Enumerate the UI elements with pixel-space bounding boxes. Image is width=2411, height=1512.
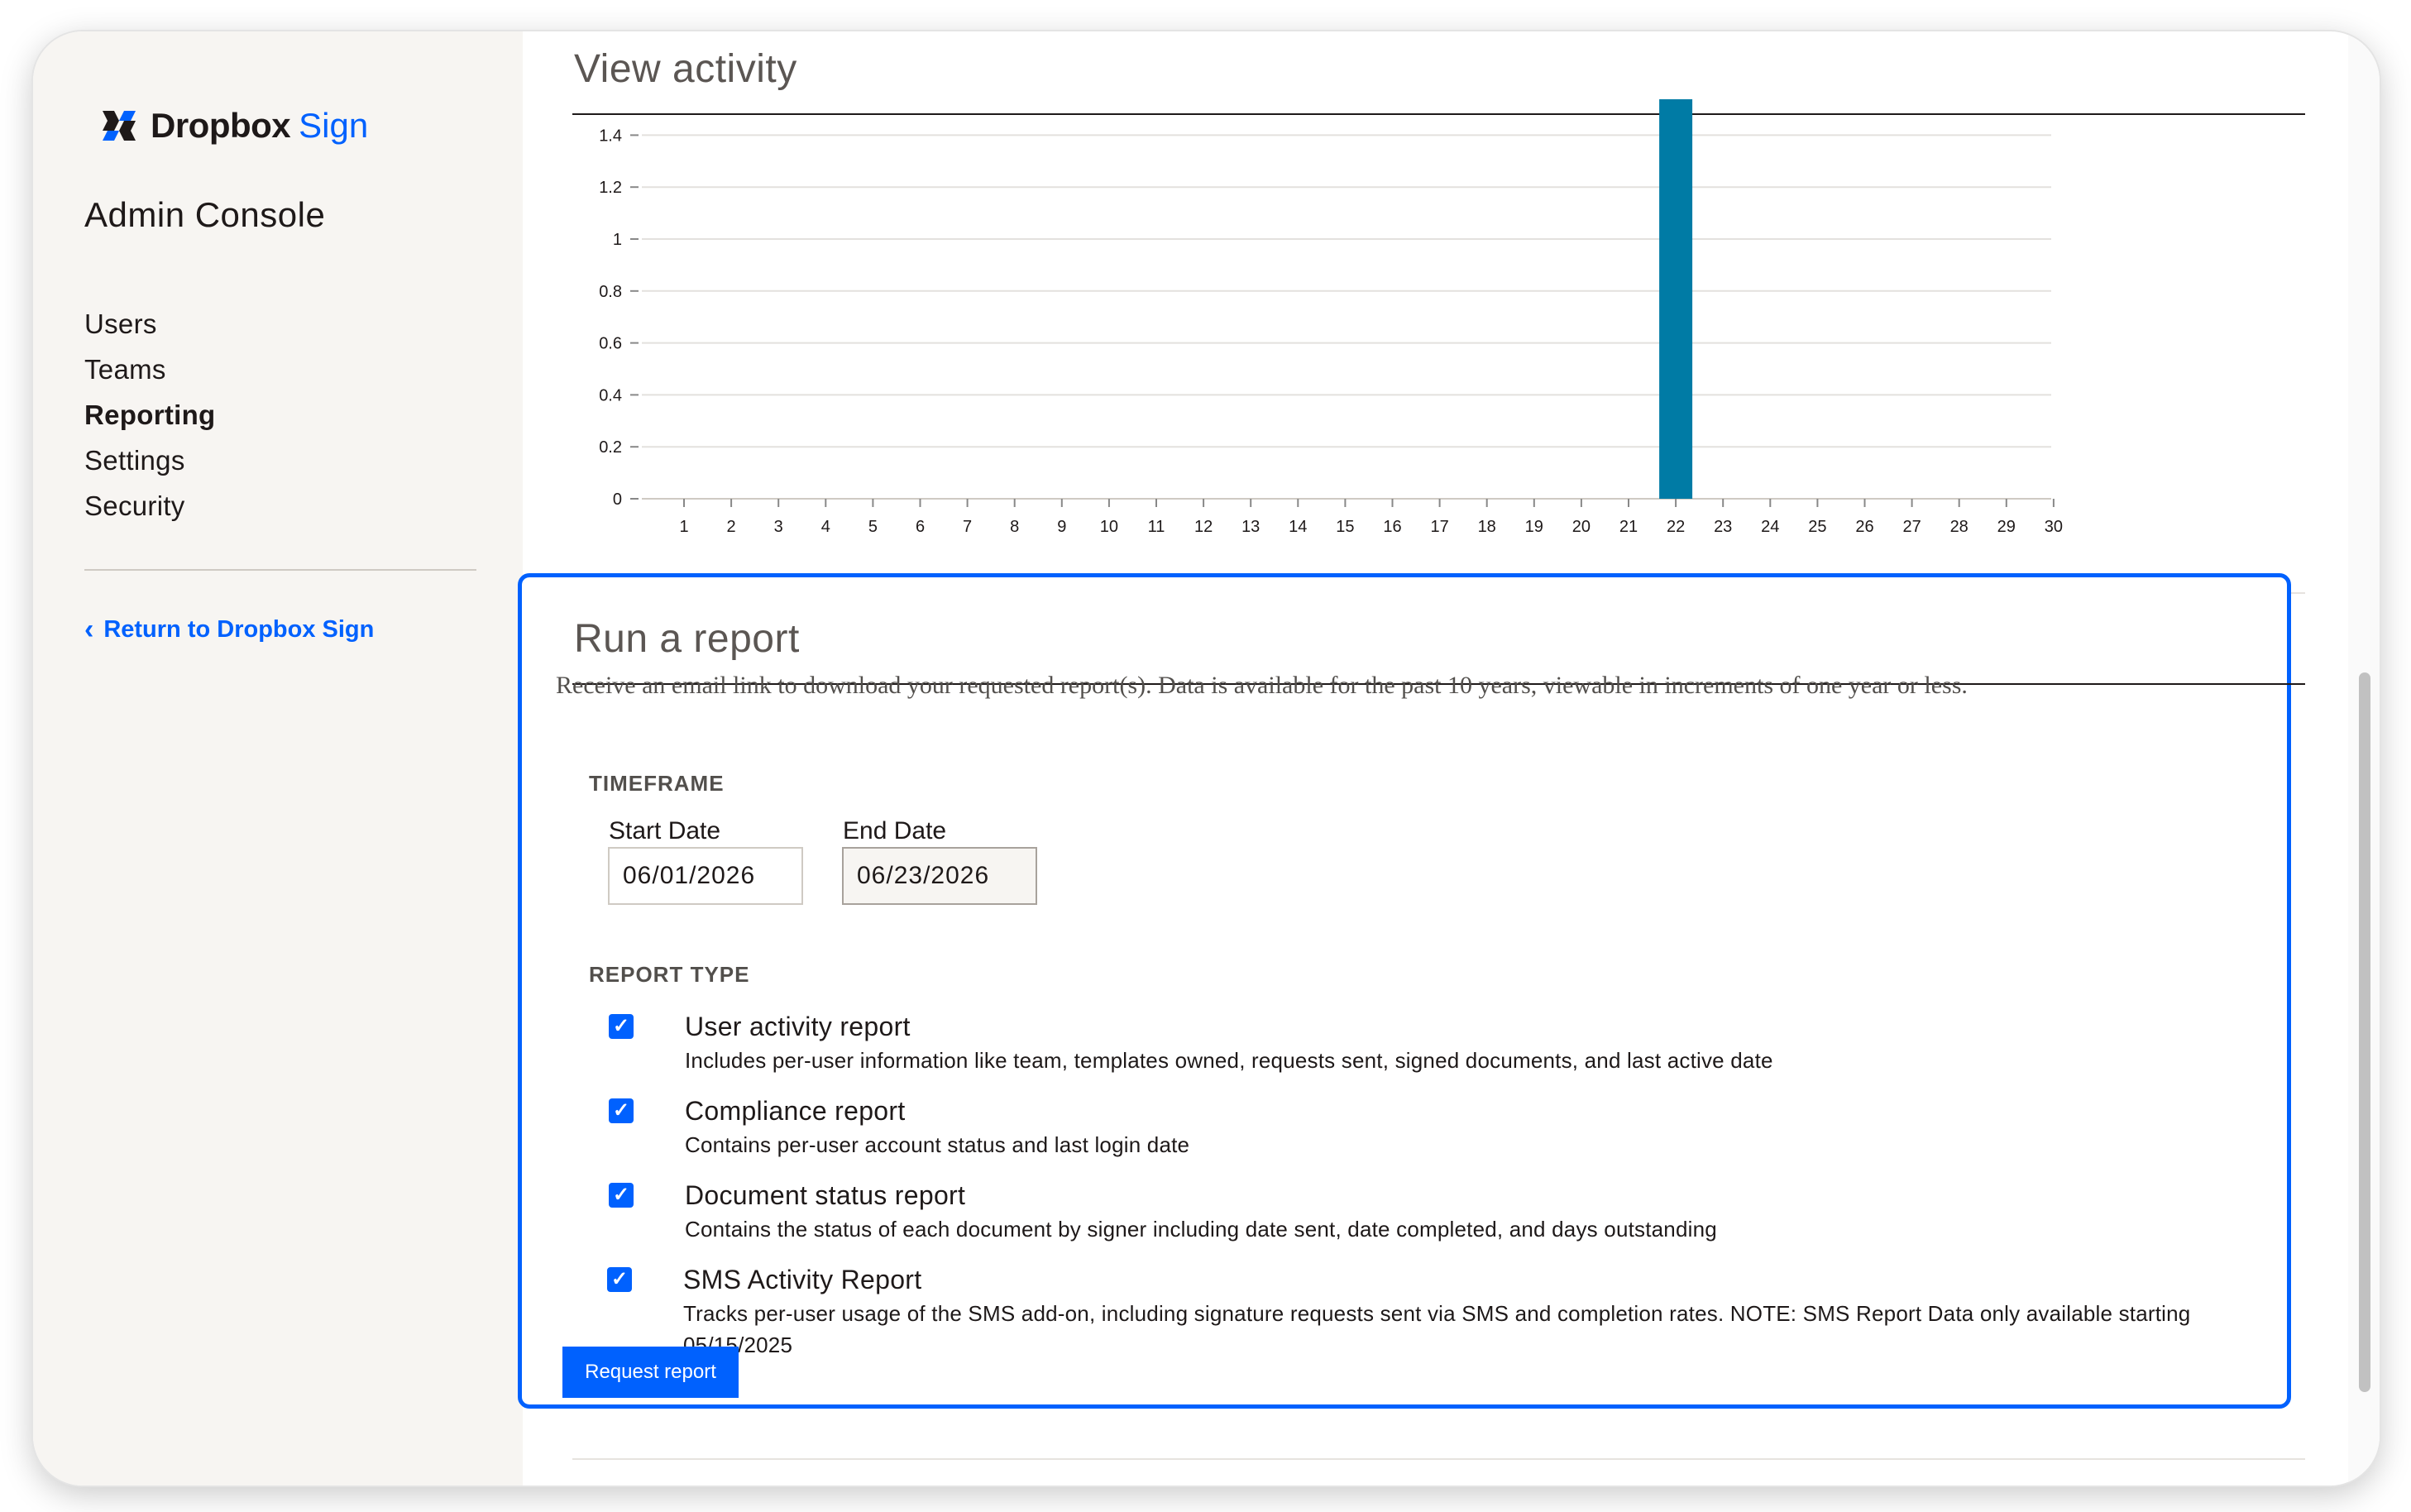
dropbox-sign-logo[interactable]: Dropbox Sign xyxy=(103,106,368,146)
x-tick-label: 23 xyxy=(1714,518,1732,536)
checkmark-icon: ✓ xyxy=(610,1268,629,1290)
logo-wordmark: Dropbox xyxy=(151,106,291,145)
user-activity-checkbox[interactable]: ✓ xyxy=(609,1014,634,1039)
end-date-input[interactable] xyxy=(842,847,1037,905)
x-tick-label: 18 xyxy=(1478,518,1496,536)
x-tick-label: 21 xyxy=(1619,518,1638,536)
x-tick-label: 11 xyxy=(1148,518,1165,536)
end-date-label: End Date xyxy=(843,817,947,845)
document-status-checkbox[interactable]: ✓ xyxy=(609,1183,634,1208)
start-date-input[interactable] xyxy=(608,847,803,905)
y-tick-label: 1.2 xyxy=(599,179,622,197)
x-tick-label: 26 xyxy=(1855,518,1873,536)
compliance-desc: Contains per-user account status and las… xyxy=(685,1132,1190,1157)
x-tick-label: 9 xyxy=(1057,518,1066,536)
sms-activity-desc: Tracks per-user usage of the SMS add-on,… xyxy=(683,1301,2191,1357)
activity-chart: 00.20.40.60.811.21.41 2 3 4 5 6 7 8 9 10 11 12 13 14 1… xyxy=(599,99,2063,536)
x-tick-label: 10 xyxy=(1100,518,1118,536)
report-type-label: REPORT TYPE xyxy=(589,962,750,987)
x-tick-label: 13 xyxy=(1241,518,1260,536)
x-tick-label: 2 xyxy=(727,518,736,536)
sms-activity-title: SMS Activity Report xyxy=(683,1265,922,1294)
activity-section-title: View activity xyxy=(574,47,797,91)
sms-activity-checkbox[interactable]: ✓ xyxy=(607,1267,632,1292)
scrollbar-thumb[interactable] xyxy=(2359,672,2370,1392)
x-tick-label: 30 xyxy=(2045,518,2063,536)
dropbox-logo-icon xyxy=(103,111,136,141)
report-section-title: Run a report xyxy=(574,617,800,661)
console-title: Admin Console xyxy=(84,195,326,234)
x-tick-label: 27 xyxy=(1902,518,1921,536)
document-status-title: Document status report xyxy=(685,1180,966,1210)
request-report-button[interactable]: Request report xyxy=(562,1347,739,1398)
x-tick-label: 20 xyxy=(1572,518,1591,536)
scrollbar[interactable] xyxy=(2348,31,2380,1486)
y-tick-label: 1.4 xyxy=(599,127,622,145)
y-tick-label: 0.4 xyxy=(599,386,622,404)
x-tick-label: 8 xyxy=(1010,518,1019,536)
y-tick-label: 0 xyxy=(613,490,622,509)
timeframe-label: TIMEFRAME xyxy=(589,771,725,796)
sidebar-item-settings[interactable]: Settings xyxy=(84,438,216,483)
checkmark-icon: ✓ xyxy=(612,1184,630,1206)
sidebar-item-teams[interactable]: Teams xyxy=(84,347,216,392)
sidebar: Dropbox Sign Admin Console Users Teams R… xyxy=(33,31,523,1486)
y-tick-label: 0.8 xyxy=(599,283,622,301)
chart-bar-22 xyxy=(1659,99,1693,499)
y-tick-label: 1 xyxy=(613,231,622,249)
return-link-label: Return to Dropbox Sign xyxy=(103,616,375,643)
x-tick-label: 14 xyxy=(1289,518,1307,536)
user-activity-desc: Includes per-user information like team,… xyxy=(685,1048,1773,1073)
sidebar-item-security[interactable]: Security xyxy=(84,483,216,529)
sidebar-item-reporting[interactable]: Reporting xyxy=(84,392,216,438)
compliance-title: Compliance report xyxy=(685,1096,906,1126)
y-tick-label: 0.6 xyxy=(599,335,622,353)
sidebar-nav: Users Teams Reporting Settings Security xyxy=(84,301,216,529)
user-activity-title: User activity report xyxy=(685,1012,911,1041)
x-tick-label: 12 xyxy=(1194,518,1213,536)
chevron-left-icon: ‹ xyxy=(84,614,94,645)
x-tick-label: 22 xyxy=(1667,518,1685,536)
x-tick-label: 19 xyxy=(1525,518,1543,536)
sidebar-divider xyxy=(84,569,476,571)
document-status-desc: Contains the status of each document by … xyxy=(685,1217,1717,1242)
x-tick-label: 1 xyxy=(679,518,688,536)
report-description: Receive an email link to download your r… xyxy=(556,672,1968,699)
y-tick-label: 0.2 xyxy=(599,438,622,457)
compliance-checkbox[interactable]: ✓ xyxy=(609,1098,634,1123)
sidebar-item-users[interactable]: Users xyxy=(84,301,216,347)
x-tick-label: 7 xyxy=(963,518,972,536)
x-tick-label: 6 xyxy=(916,518,925,536)
x-tick-label: 24 xyxy=(1761,518,1779,536)
x-tick-label: 29 xyxy=(1997,518,2016,536)
x-tick-label: 16 xyxy=(1383,518,1401,536)
return-to-dropbox-sign-link[interactable]: ‹ Return to Dropbox Sign xyxy=(84,614,374,646)
logo-product-name: Sign xyxy=(299,106,369,145)
start-date-label: Start Date xyxy=(609,817,721,845)
x-tick-label: 25 xyxy=(1808,518,1826,536)
x-tick-label: 4 xyxy=(821,518,830,536)
x-tick-label: 5 xyxy=(868,518,878,536)
checkmark-icon: ✓ xyxy=(612,1099,630,1122)
checkmark-icon: ✓ xyxy=(612,1015,630,1037)
x-tick-label: 3 xyxy=(774,518,783,536)
x-tick-label: 17 xyxy=(1430,518,1448,536)
x-tick-label: 28 xyxy=(1950,518,1969,536)
x-tick-label: 15 xyxy=(1336,518,1354,536)
bottom-divider xyxy=(572,1458,2305,1460)
